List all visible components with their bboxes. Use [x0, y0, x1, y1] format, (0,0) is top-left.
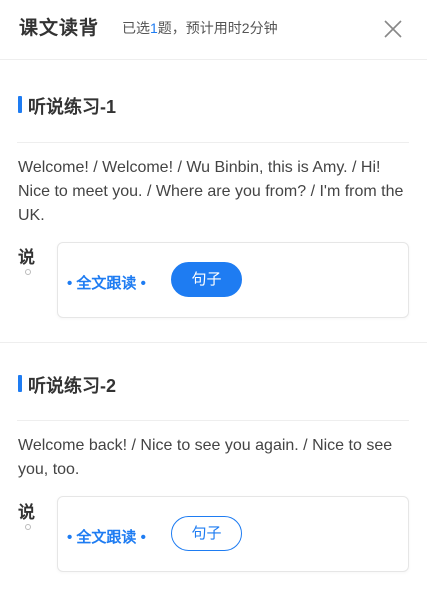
follow-read-label[interactable]: • 全文跟读 •	[67, 272, 146, 293]
section-marker	[18, 375, 22, 392]
close-icon[interactable]	[382, 18, 404, 40]
header-bar: 课文读背 已选1题，预计用时2分钟	[0, 0, 427, 60]
section-text: Welcome! / Welcome! / Wu Binbin, this is…	[18, 159, 404, 224]
speak-label: 说	[18, 503, 35, 522]
section-title: 听说练习-1	[28, 97, 117, 117]
page-title: 课文读背	[19, 18, 100, 39]
selected-prefix: 已选	[122, 20, 150, 36]
sentence-button[interactable]: 句子	[171, 516, 242, 551]
section-title: 听说练习-2	[28, 376, 117, 396]
speak-label: 说	[18, 248, 35, 267]
exercise-section-1: 听说练习-1 Welcome! / Welcome! / Wu Binbin, …	[0, 60, 427, 342]
follow-read-card: • 全文跟读 • 句子	[57, 242, 409, 318]
selected-count: 1	[150, 20, 158, 36]
exercise-section-2: 听说练习-2 Welcome back! / Nice to see you a…	[0, 343, 427, 600]
follow-read-label[interactable]: • 全文跟读 •	[67, 526, 146, 547]
follow-read-card: • 全文跟读 • 句子	[57, 496, 409, 572]
speak-dot-icon	[25, 524, 31, 530]
section-divider	[17, 142, 409, 143]
section-text: Welcome back! / Nice to see you again. /…	[18, 437, 393, 478]
section-divider	[17, 420, 409, 421]
selection-summary: 已选1题，预计用时2分钟	[122, 18, 278, 38]
sentence-button[interactable]: 句子	[171, 262, 242, 297]
speak-dot-icon	[25, 269, 31, 275]
section-marker	[18, 96, 22, 113]
selected-suffix: 题，预计用时2分钟	[157, 20, 278, 36]
